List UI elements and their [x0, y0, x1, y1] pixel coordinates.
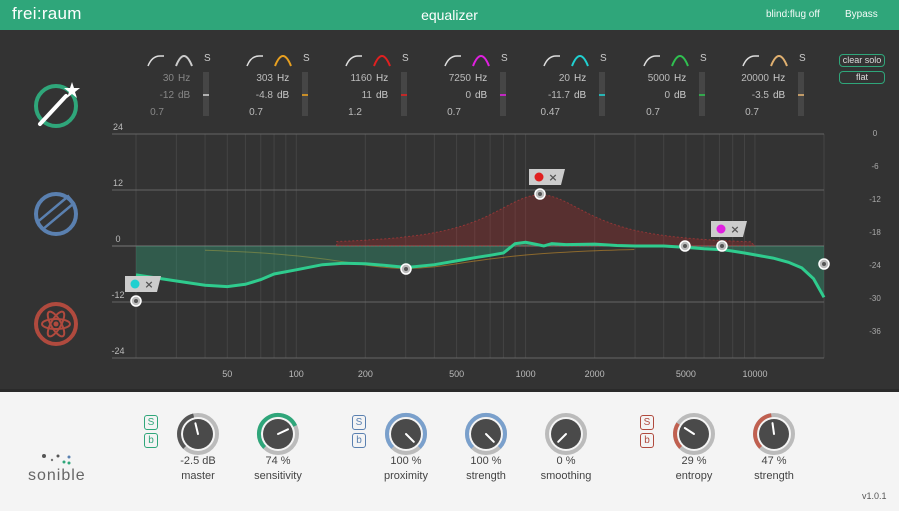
meter-scale-label: -18: [869, 228, 881, 237]
band-node-center: [720, 244, 724, 248]
band-3-delete-icon[interactable]: ×: [548, 171, 557, 184]
entropy-label: entropy: [675, 470, 713, 482]
band-3-color-dot: [534, 172, 544, 182]
y-axis-label: -12: [111, 290, 124, 300]
band-node-center: [134, 299, 138, 303]
meter-scale-label: -12: [869, 195, 881, 204]
sonible-dots-icon: [42, 454, 71, 465]
x-axis-label: 1000: [516, 369, 536, 379]
band-5-delete-icon[interactable]: ×: [144, 278, 153, 291]
x-axis-label: 500: [449, 369, 464, 379]
master-knob[interactable]: [176, 412, 220, 456]
x-axis-label: 100: [289, 369, 304, 379]
proximity-knob[interactable]: [384, 412, 428, 456]
y-axis-label: 24: [113, 122, 123, 132]
y-axis-label: -24: [111, 346, 124, 356]
sensitivity-knob[interactable]: [256, 412, 300, 456]
master-label: master: [181, 470, 215, 482]
band-4-delete-icon[interactable]: ×: [730, 223, 739, 236]
x-axis-label: 200: [358, 369, 373, 379]
ruler-section-bypass-button[interactable]: b: [352, 433, 366, 448]
y-axis-label: 0: [115, 234, 120, 244]
sensitivity-label: sensitivity: [254, 470, 302, 482]
entropy-value: 29 %: [681, 455, 707, 467]
band-node-center: [538, 192, 542, 196]
band-node-center: [404, 267, 408, 271]
smoothing-label: smoothing: [540, 470, 592, 482]
proximity-label: proximity: [383, 470, 428, 482]
meter-scale-label: -6: [871, 162, 879, 171]
atom-section-bypass-button[interactable]: b: [640, 433, 654, 448]
sonible-logo: sonible: [28, 467, 86, 484]
meter-scale-label: -24: [869, 261, 881, 270]
meter-scale-label: -30: [869, 294, 881, 303]
x-axis-label: 2000: [585, 369, 605, 379]
band-4-tag: [711, 221, 747, 237]
strength-value: 100 %: [470, 455, 502, 467]
band-node-center: [822, 262, 826, 266]
band-4-color-dot: [716, 224, 726, 234]
version-label: v1.0.1: [862, 491, 887, 501]
sensitivity-value: 74 %: [265, 455, 291, 467]
smart-section-bypass-button[interactable]: b: [144, 433, 158, 448]
band-3-tag: [529, 169, 565, 185]
meter-scale-label: 0: [873, 129, 878, 138]
proximity-value: 100 %: [390, 455, 422, 467]
ruler-section-solo-button[interactable]: S: [352, 415, 366, 430]
x-axis-label: 50: [222, 369, 232, 379]
strength-label: strength: [754, 470, 794, 482]
band-5-color-dot: [130, 279, 140, 289]
strength-knob[interactable]: [464, 412, 508, 456]
entropy-knob[interactable]: [672, 412, 716, 456]
meter-scale-label: -36: [869, 327, 881, 336]
band-3-response-area: [336, 194, 757, 247]
smoothing-value: 0 %: [556, 455, 576, 467]
x-axis-label: 5000: [676, 369, 696, 379]
band-node-center: [683, 244, 687, 248]
strength-label: strength: [466, 470, 506, 482]
strength-knob[interactable]: [752, 412, 796, 456]
x-axis-label: 10000: [742, 369, 767, 379]
atom-section-solo-button[interactable]: S: [640, 415, 654, 430]
eq-graph[interactable]: 24 12 0 -12 -24 0 -6 -12 -18 -24 -30 -36 50 100 200 500…: [0, 0, 899, 389]
strength-value: 47 %: [761, 455, 787, 467]
smoothing-knob[interactable]: [544, 412, 588, 456]
master-value: -2.5 dB: [180, 455, 216, 467]
y-axis-label: 12: [113, 178, 123, 188]
smart-section-solo-button[interactable]: S: [144, 415, 158, 430]
band-5-tag: [125, 276, 161, 292]
